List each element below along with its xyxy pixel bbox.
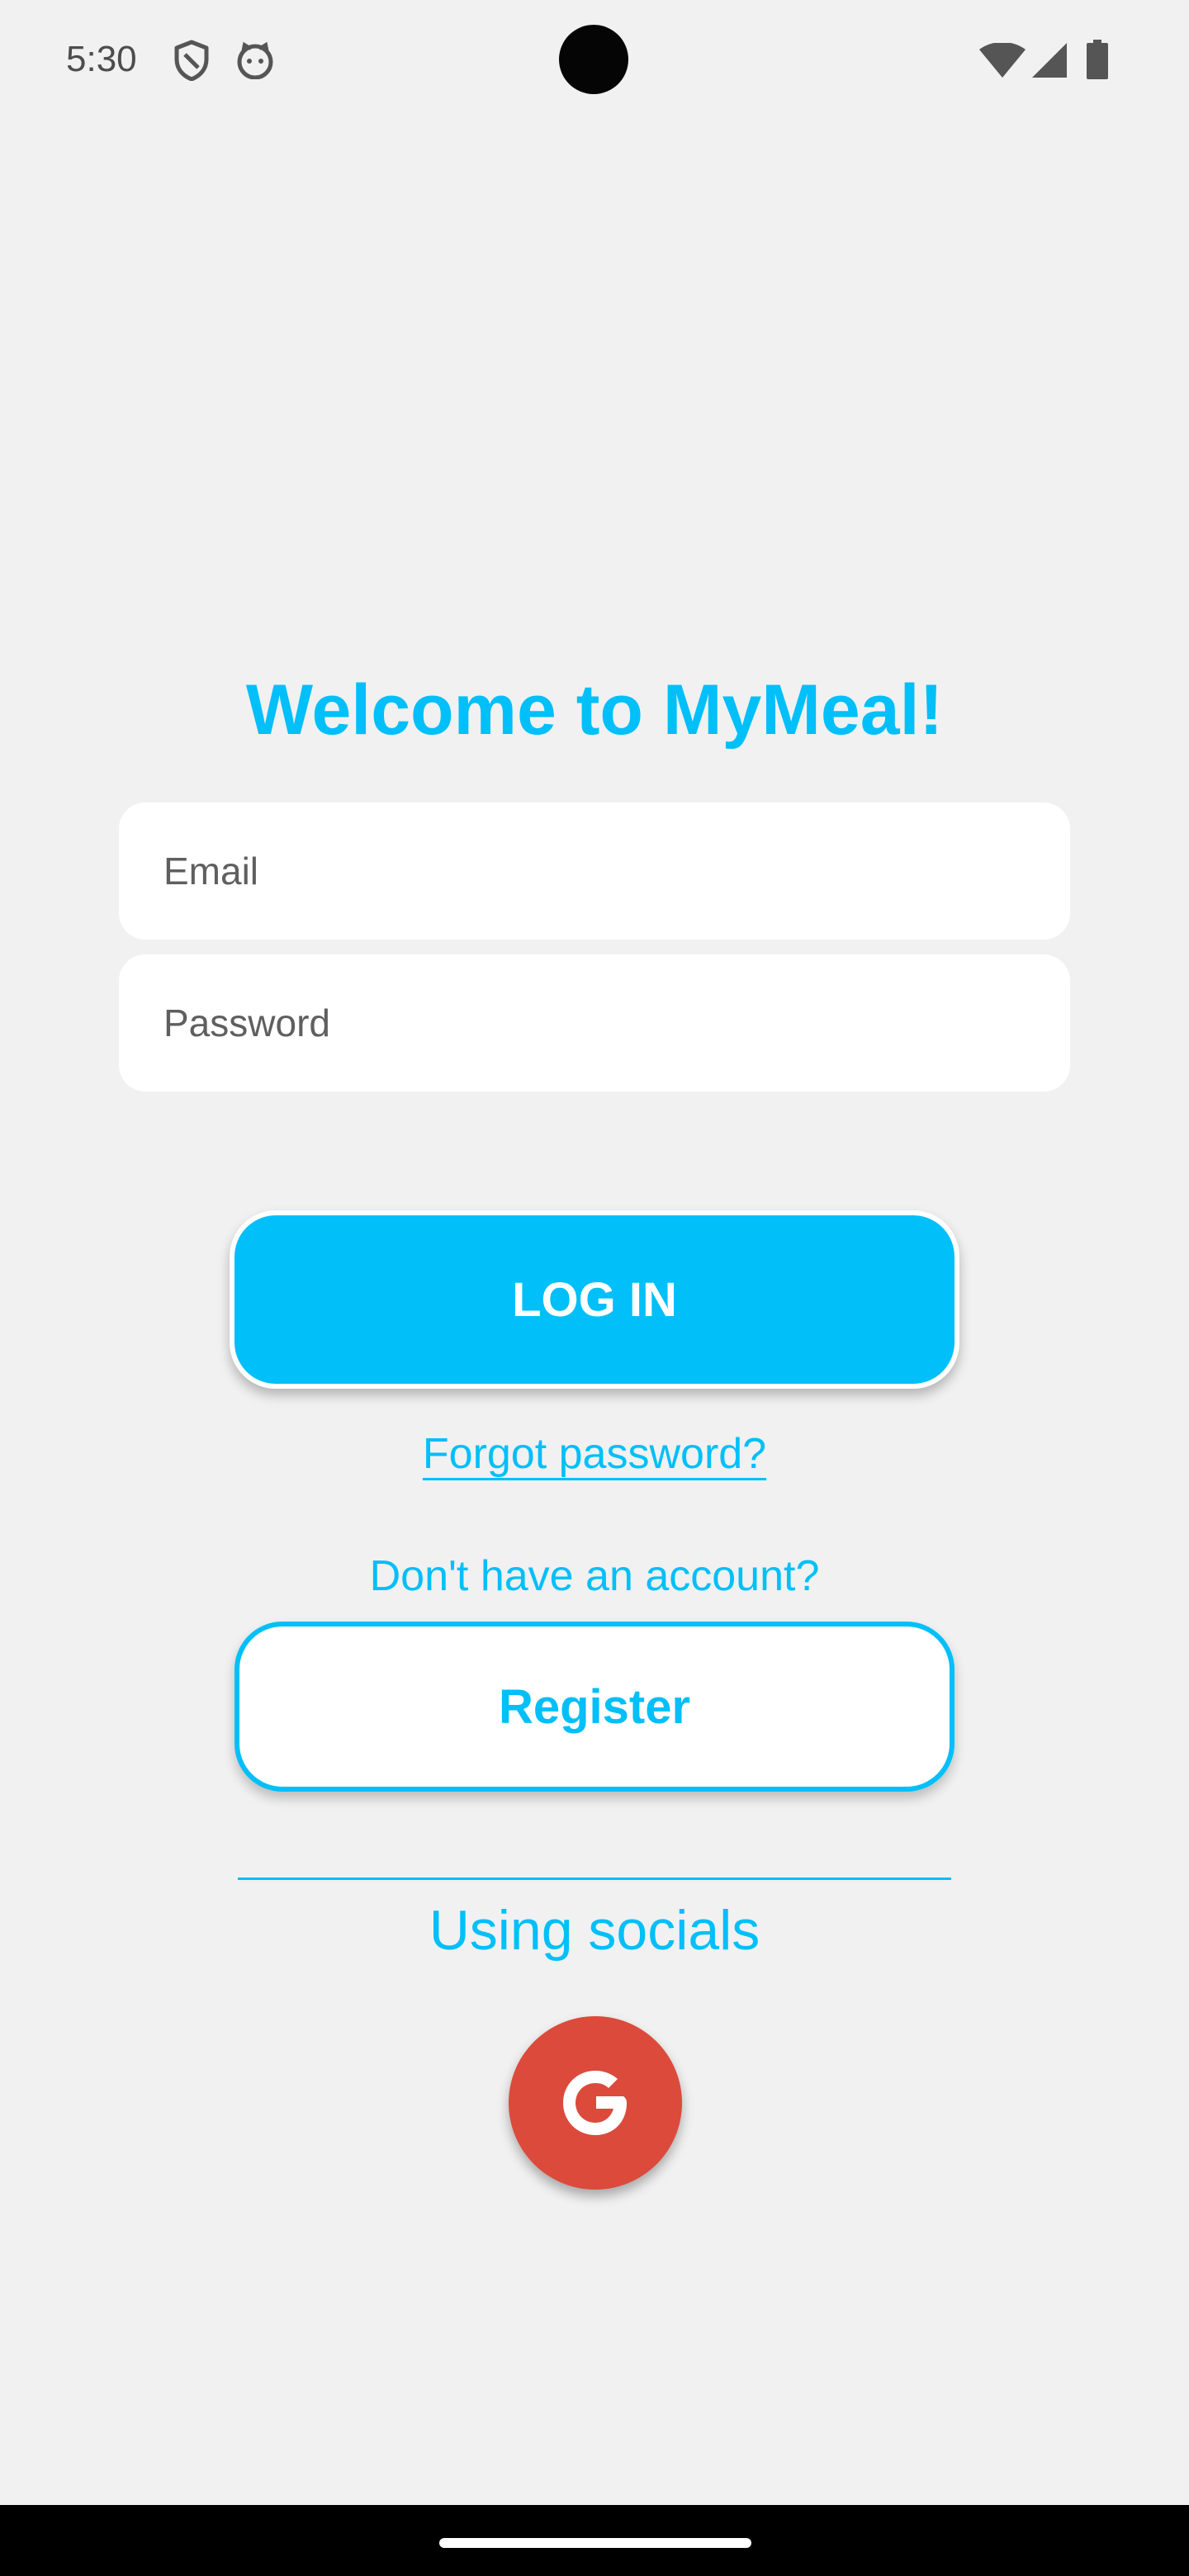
home-indicator[interactable] (439, 2538, 751, 2548)
navigation-bar (0, 2505, 1189, 2576)
google-signin-button[interactable] (509, 2016, 682, 2190)
password-input[interactable] (162, 1000, 1024, 1046)
divider (238, 1878, 951, 1880)
forgot-password-link[interactable]: Forgot password? (423, 1430, 766, 1478)
email-field[interactable] (119, 803, 1070, 940)
camera-cutout (559, 25, 628, 94)
no-account-text: Don't have an account? (369, 1552, 820, 1600)
register-button[interactable]: Register (234, 1622, 955, 1792)
battery-icon (1087, 40, 1108, 79)
wifi-icon (979, 43, 1026, 78)
status-bar: 5:30 (0, 0, 1189, 116)
login-button[interactable]: LOG IN (230, 1210, 959, 1389)
signal-icon (1032, 43, 1067, 78)
socials-label: Using socials (429, 1899, 760, 1962)
shield-icon (174, 40, 209, 81)
cat-icon (237, 41, 273, 79)
status-time: 5:30 (66, 39, 137, 79)
email-input[interactable] (162, 848, 1024, 894)
password-field[interactable] (119, 954, 1070, 1091)
google-icon (563, 2071, 627, 2135)
forgot-password-row: Forgot password? (0, 1425, 1189, 1483)
page-title: Welcome to MyMeal! (245, 670, 944, 750)
